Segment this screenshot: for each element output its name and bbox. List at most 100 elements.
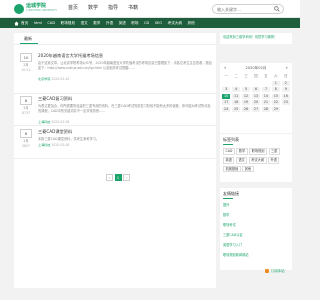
calendar-day[interactable]: 4: [231, 87, 241, 92]
article-source[interactable]: 北京学院: [38, 77, 50, 81]
friend-link[interactable]: 数学: [223, 213, 289, 217]
search-input[interactable]: [217, 6, 275, 13]
tab-latest[interactable]: 最新: [24, 36, 32, 42]
tag-item[interactable]: 英语: [223, 156, 235, 164]
calendar-day[interactable]: 18: [231, 100, 241, 105]
title-underline: [223, 144, 233, 145]
calendar-day[interactable]: 12: [241, 93, 251, 99]
category-item[interactable]: SEO: [155, 20, 162, 27]
calendar-day[interactable]: 27: [251, 106, 261, 112]
page-root: 运城学院 YUNCHENG UNIVERSITY 首页 数学 指导 书籍 首页 …: [0, 0, 300, 300]
category-item[interactable]: 外语: [106, 20, 113, 27]
tag-item[interactable]: CAD: [223, 148, 235, 155]
category-item[interactable]: CD: [144, 20, 149, 27]
article-title[interactable]: 三菱CAD复习资料: [38, 96, 210, 102]
calendar-day[interactable]: 29: [271, 106, 281, 112]
tag-item[interactable]: 数学: [236, 148, 248, 155]
category-item[interactable]: 英语: [119, 20, 126, 27]
notice-panel: 欢迎来到三维学术网！祝您学习愉快！: [220, 33, 292, 44]
calendar-weekday: 三: [244, 74, 248, 78]
calendar-empty: [262, 81, 270, 86]
top-nav-item[interactable]: 书籍: [128, 5, 138, 12]
calendar-empty: [242, 81, 250, 86]
calendar-empty: [222, 81, 230, 86]
calendar-weekday: 日: [284, 74, 288, 78]
category-item[interactable]: 其他: [187, 20, 194, 27]
article-source[interactable]: 上海科技: [38, 120, 50, 124]
category-item[interactable]: 语文: [81, 20, 88, 27]
category-item[interactable]: 职场: [131, 20, 138, 27]
calendar-day[interactable]: 20: [251, 100, 261, 105]
top-nav-item[interactable]: 首页: [68, 5, 78, 12]
calendar-day[interactable]: 9: [281, 87, 290, 92]
pager-next[interactable]: ›: [123, 174, 130, 181]
tag-item[interactable]: 语文: [235, 156, 248, 164]
friend-link[interactable]: 三菱CAD认证: [223, 233, 289, 237]
tag-item[interactable]: 机械基础: [223, 165, 241, 173]
calendar-day[interactable]: 11: [231, 93, 241, 99]
calendar-day[interactable]: 17: [222, 100, 231, 105]
pager-page[interactable]: 1: [114, 174, 122, 181]
calendar-day[interactable]: 13: [251, 93, 261, 99]
tag-item[interactable]: 考试大纲: [248, 156, 267, 164]
friend-link[interactable]: 英语学习入门: [223, 243, 289, 247]
calendar-day[interactable]: 14: [261, 93, 271, 99]
pager-prev[interactable]: ‹: [106, 174, 113, 181]
top-nav-item[interactable]: 指导: [108, 5, 118, 12]
category-item[interactable]: 职场规划: [61, 20, 75, 27]
calendar-day[interactable]: 3: [222, 87, 231, 92]
calendar-next-button[interactable]: »: [286, 65, 288, 71]
category-item[interactable]: 考试大纲: [168, 20, 182, 27]
calendar-weekday: 六: [274, 74, 278, 78]
article-source[interactable]: 上海科技: [38, 143, 50, 147]
article-title[interactable]: 三菱CAD课堂资料: [38, 129, 210, 135]
tag-item[interactable]: 外语: [268, 156, 280, 164]
calendar-day[interactable]: 6: [251, 87, 261, 92]
calendar-day[interactable]: 16: [281, 93, 290, 99]
calendar-day[interactable]: 21: [261, 100, 271, 105]
calendar-day[interactable]: 28: [261, 106, 271, 112]
tag-item[interactable]: 三菱: [268, 148, 280, 155]
home-icon[interactable]: [14, 21, 19, 26]
calendar-day[interactable]: 1: [271, 80, 281, 86]
top-nav-item[interactable]: 数学: [88, 5, 98, 12]
notice-text: 欢迎来到三维学术网！祝您学习愉快！: [223, 35, 278, 39]
calendar-day[interactable]: 24: [222, 106, 231, 112]
calendar-panel: « 2020年02月 » 一二三四五六日 1 2 3 4 5 6 7 8 9 10 11 12 13 14 1…: [220, 63, 292, 133]
search-box: [212, 4, 284, 14]
article-meta: 北京学院 2020-02-10: [38, 77, 69, 81]
calendar-day[interactable]: 22: [271, 100, 281, 105]
tag-item[interactable]: 职场规划: [249, 148, 267, 155]
rss-text: 订阅本站: [271, 269, 285, 273]
article-title[interactable]: 2020年越南语言大学托福考场信息: [38, 53, 210, 59]
friend-link[interactable]: 职场考试: [223, 223, 289, 227]
calendar-day[interactable]: 26: [241, 106, 251, 112]
calendar-day[interactable]: 8: [271, 87, 281, 92]
tag-item[interactable]: 其他: [242, 165, 254, 173]
article-date-text: 2020-02-10: [51, 77, 70, 81]
calendar-empty: [252, 81, 260, 86]
calendar-header: « 2020年02月 »: [220, 65, 292, 72]
category-item[interactable]: 首页: [21, 20, 28, 27]
calendar-day[interactable]: 23: [281, 100, 290, 105]
category-item[interactable]: html: [34, 20, 42, 27]
category-item[interactable]: 数学: [93, 20, 100, 27]
search-icon[interactable]: [274, 6, 280, 12]
calendar-day[interactable]: 7: [261, 87, 271, 92]
friend-link[interactable]: 职场规划新闻网站: [223, 253, 289, 257]
category-item[interactable]: CAD: [47, 20, 55, 27]
tags-panel: 标签列表 CAD 数学 职场规划 三菱英语 语文 考试大纲 外语机械基础 其他: [220, 134, 292, 182]
calendar-day-today[interactable]: 10: [222, 93, 231, 99]
friend-link[interactable]: 国外: [223, 203, 289, 207]
calendar-day[interactable]: 15: [271, 93, 281, 99]
calendar-day[interactable]: 2: [281, 80, 290, 86]
links-title: 友情链接: [223, 191, 239, 196]
calendar-day[interactable]: 5: [241, 87, 251, 92]
calendar-day[interactable]: 19: [241, 100, 251, 105]
site-logo[interactable]: 运城学院 YUNCHENG UNIVERSITY: [14, 3, 57, 16]
tags-title: 标签列表: [223, 137, 239, 142]
article-date-text: 2020-02-08: [51, 143, 70, 147]
calendar-day[interactable]: 25: [231, 106, 241, 112]
logo-mark-icon: [14, 4, 24, 14]
rss-link[interactable]: 订阅本站: [265, 268, 293, 275]
